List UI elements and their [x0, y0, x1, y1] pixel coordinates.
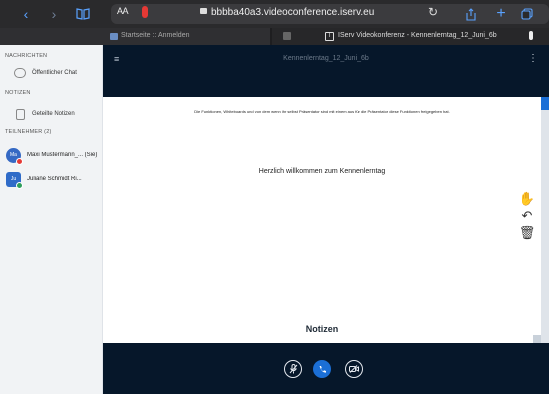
url-text: bbbba40a3.videoconference.iserv.eu [211, 7, 375, 18]
slide-text: Die Funktionen, Whiteboards und von dem … [194, 109, 450, 114]
tab-favicon-icon: I [325, 32, 334, 41]
options-menu-icon[interactable]: ⋮ [528, 53, 538, 64]
slide-heading: Herzlich willkommen zum Kennenlerntag [258, 168, 386, 175]
fullscreen-icon[interactable] [533, 335, 541, 343]
notes-heading: NOTIZEN [5, 90, 31, 96]
participant-name: Juliane Schmidt Ri... [27, 176, 82, 182]
reload-icon[interactable]: ↻ [428, 5, 438, 19]
browser-toolbar: ‹ › AA bbbba40a3.videoconference.iserv.e… [0, 0, 549, 28]
participants-heading: TEILNEHMER (2) [5, 129, 52, 135]
share-icon[interactable] [465, 4, 477, 24]
new-tab-icon[interactable]: + [495, 4, 507, 24]
microphone-off-icon [289, 364, 297, 374]
avatar-initials: Ma [10, 152, 17, 158]
forward-icon[interactable]: › [48, 4, 60, 24]
messages-heading: NACHRICHTEN [5, 53, 48, 59]
camera-off-icon [349, 365, 359, 373]
sidebar: NACHRICHTEN Öffentlicher Chat NOTIZEN Ge… [0, 45, 103, 394]
participant-name: Maxi Muster­mann_... (Sie) [27, 152, 98, 158]
avatar: Ma [6, 147, 23, 165]
shared-notes-label: Geteilte Notizen [32, 111, 75, 117]
tab-title: IServ Videokonferenz - Kennenlerntag_12_… [338, 32, 497, 39]
back-icon[interactable]: ‹ [20, 4, 32, 24]
status-dot [16, 157, 23, 165]
text-size-button[interactable]: AA [117, 6, 129, 16]
avatar: Ju [6, 171, 23, 189]
meeting-header: ≡ Kennenlerntag_12_Juni_6b ⋮ [103, 45, 549, 97]
shared-notes-item[interactable]: Geteilte Notizen [0, 106, 75, 122]
public-chat-item[interactable]: Öffentlicher Chat [0, 65, 77, 81]
mic-indicator-icon[interactable] [142, 6, 148, 18]
whiteboard-tools: ✋ ↶ 🗑 [516, 190, 538, 241]
undo-icon[interactable]: ↶ [522, 207, 533, 224]
phone-icon [319, 365, 326, 373]
tab-videokonferenz[interactable]: I IServ Videokonferenz - Kennenlerntag_1… [272, 28, 549, 45]
presentation-slide[interactable]: Die Funktionen, Whiteboards und von dem … [103, 97, 541, 343]
tab-startseite[interactable]: Startseite :: Anmelden [0, 28, 270, 45]
participant-item[interactable]: Ju Juliane Schmidt Ri... [6, 170, 102, 189]
note-icon [16, 108, 25, 120]
status-dot [16, 181, 23, 189]
tabs-icon[interactable] [520, 4, 534, 24]
tab-bar: Startseite :: Anmelden I IServ Videokonf… [0, 28, 549, 45]
notes-label: Notizen [305, 324, 339, 334]
bookmarks-icon[interactable] [75, 4, 91, 24]
chat-icon [14, 68, 26, 78]
meeting-title: Kennenlerntag_12_Juni_6b [283, 55, 369, 62]
url-field[interactable]: bbbba40a3.videoconference.iserv.eu [200, 7, 374, 18]
trash-icon[interactable]: 🗑 [519, 224, 536, 241]
presentation-scrollbar[interactable] [541, 110, 549, 343]
presentation-toggle[interactable] [541, 97, 549, 110]
tab-favicon-icon [110, 33, 118, 40]
avatar-initials: Ju [10, 176, 17, 182]
mute-button[interactable] [284, 360, 302, 378]
camera-button[interactable] [345, 360, 363, 378]
public-chat-label: Öffentlicher Chat [32, 70, 77, 76]
leave-audio-button[interactable] [313, 360, 331, 378]
lock-icon [200, 8, 207, 14]
close-tab-icon[interactable] [283, 32, 291, 40]
main-area: ≡ Kennenlerntag_12_Juni_6b ⋮ Die Funktio… [103, 45, 549, 394]
tab-title: Startseite :: Anmelden [121, 32, 190, 39]
hand-tool-icon[interactable]: ✋ [519, 190, 535, 207]
tab-mic-icon [529, 31, 533, 40]
participant-item[interactable]: Ma Maxi Muster­mann_... (Sie) [6, 146, 102, 165]
action-bar [103, 343, 549, 394]
